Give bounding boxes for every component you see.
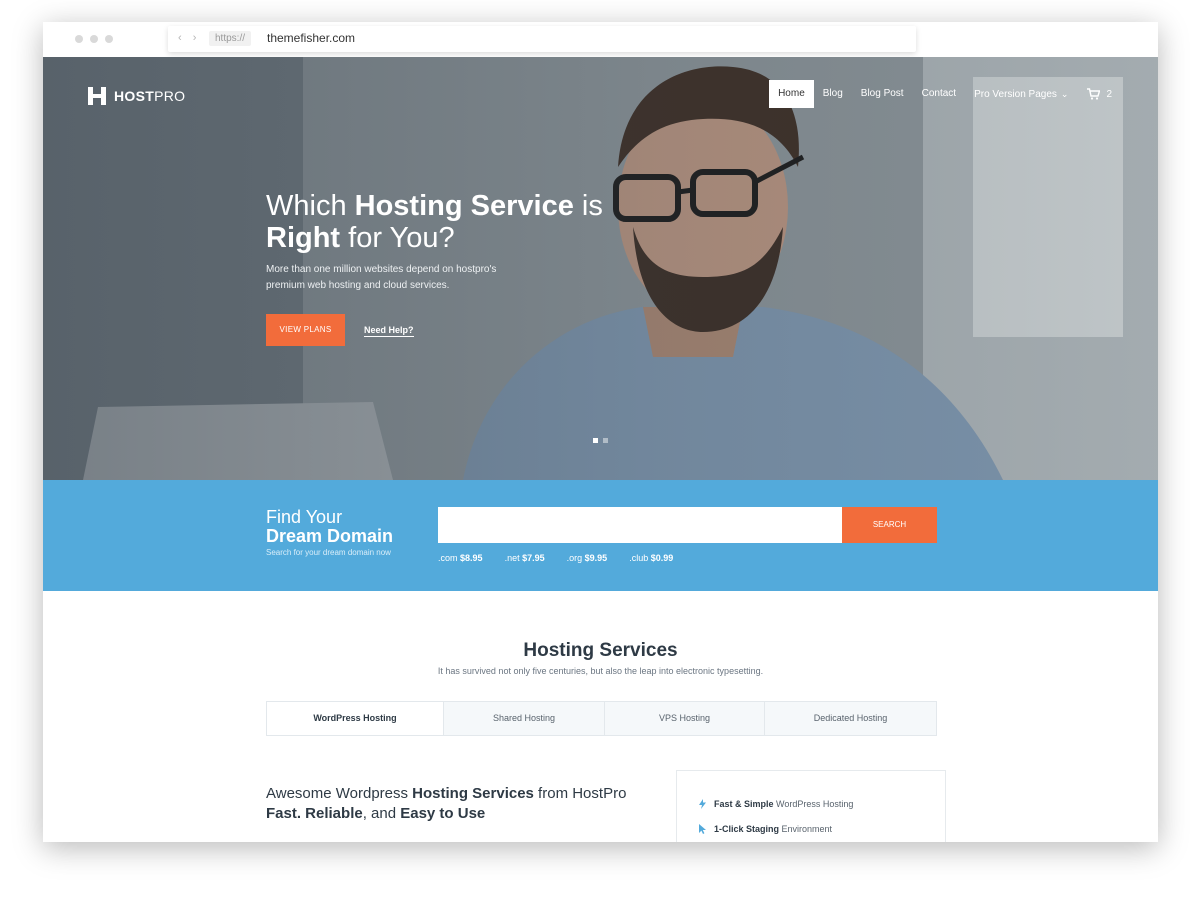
- domain-search-input[interactable]: [438, 507, 842, 543]
- brand-logo[interactable]: HOSTPRO: [88, 87, 185, 105]
- hero-subtitle: More than one million websites depend on…: [266, 264, 497, 291]
- feature-item-text: Fast & Simple WordPress Hosting: [714, 799, 853, 809]
- domain-title-light: Find Your: [266, 507, 343, 527]
- domain-search-button[interactable]: SEARCH: [842, 507, 937, 543]
- feature-heading-bold: Easy to Use: [400, 805, 486, 822]
- feature-item: 1-Click Staging Environment: [699, 824, 832, 834]
- cart-icon: [1087, 88, 1101, 100]
- feature-item-bold: 1-Click Staging: [714, 824, 780, 834]
- nav-item-home[interactable]: Home: [769, 80, 814, 108]
- tld-amount: $7.95: [522, 553, 545, 563]
- hero-overlay: [43, 57, 1158, 480]
- main-nav: Home Blog Blog Post Contact Pro Version …: [769, 80, 1112, 108]
- need-help-link[interactable]: Need Help?: [364, 325, 414, 337]
- tld-amount: $0.99: [650, 553, 674, 563]
- tld-ext: .org: [566, 553, 583, 563]
- cursor-icon: [699, 824, 706, 834]
- hero-section: HOSTPRO Home Blog Blog Post Contact Pro …: [43, 57, 1158, 480]
- domain-title-bold: Dream Domain: [266, 526, 394, 546]
- chevron-down-icon: ⌄: [1060, 89, 1069, 99]
- browser-bar: ‹ › https:// themefisher.com: [43, 22, 1158, 57]
- tld-price-list: .com $8.95 .net $7.95 .org $9.95 .club $…: [438, 553, 673, 563]
- brand-name-light: PRO: [154, 88, 186, 104]
- services-subtitle: It has survived not only five centuries,…: [437, 666, 764, 676]
- cart-button[interactable]: 2: [1087, 88, 1112, 100]
- browser-window: ‹ › https:// themefisher.com HOSTPRO Hom…: [43, 22, 1158, 842]
- tab-dedicated-hosting[interactable]: Dedicated Hosting: [764, 702, 936, 735]
- feature-item-rest: WordPress Hosting: [773, 799, 854, 809]
- nav-item-pro-version-pages[interactable]: Pro Version Pages ⌄: [965, 80, 1077, 108]
- window-controls: [75, 35, 113, 43]
- address-bar[interactable]: ‹ › https:// themefisher.com: [168, 26, 916, 52]
- feature-heading-part: from HostPro: [533, 785, 627, 802]
- tld-price: .club $0.99: [629, 553, 673, 563]
- lightning-icon: [699, 799, 706, 809]
- feature-item: Fast & Simple WordPress Hosting: [699, 799, 853, 809]
- nav-item-blog-post[interactable]: Blog Post: [852, 80, 913, 108]
- tld-ext: .net: [504, 553, 520, 563]
- feature-heading-part: , and: [362, 805, 401, 822]
- window-dot-close[interactable]: [75, 35, 83, 43]
- slider-pagination: [593, 438, 608, 443]
- tab-vps-hosting[interactable]: VPS Hosting: [604, 702, 764, 735]
- slider-dot-2[interactable]: [603, 438, 608, 443]
- services-title: Hosting Services: [523, 640, 678, 661]
- slider-dot-1[interactable]: [593, 438, 598, 443]
- feature-heading-bold: Hosting Services: [412, 785, 534, 802]
- tld-price: .com $8.95: [438, 553, 483, 563]
- feature-heading: Awesome Wordpress Hosting Services from …: [266, 784, 666, 824]
- tab-shared-hosting[interactable]: Shared Hosting: [443, 702, 604, 735]
- tld-price: .org $9.95: [567, 553, 608, 563]
- domain-subtitle: Search for your dream domain now: [266, 548, 391, 557]
- tld-amount: $9.95: [584, 553, 608, 563]
- hero-title-bold: Right: [266, 222, 341, 254]
- domain-search-section: Find Your Dream Domain Search for your d…: [43, 480, 1158, 591]
- logo-h-icon: [88, 87, 106, 105]
- back-forward-icon[interactable]: ‹ ›: [178, 32, 200, 44]
- hero-title: Which Hosting Service is Right for You?: [266, 190, 666, 254]
- tab-wordpress-hosting[interactable]: WordPress Hosting: [267, 702, 443, 735]
- hero-title-part: for You?: [340, 222, 455, 254]
- hero-title-part: Which: [266, 190, 355, 222]
- feature-heading-part: Awesome Wordpress: [266, 785, 413, 802]
- tld-ext: .com: [438, 553, 458, 563]
- feature-item-rest: Environment: [779, 824, 833, 834]
- tld-price: .net $7.95: [505, 553, 545, 563]
- brand-name-bold: HOST: [114, 88, 155, 104]
- feature-item-bold: Fast & Simple: [714, 799, 774, 809]
- brand-name: HOSTPRO: [114, 88, 185, 104]
- url-text[interactable]: themefisher.com: [267, 31, 355, 46]
- view-plans-button[interactable]: VIEW PLANS: [266, 314, 345, 346]
- hero-title-part: is: [573, 190, 603, 222]
- nav-item-blog[interactable]: Blog: [814, 80, 852, 108]
- tld-amount: $8.95: [460, 553, 483, 563]
- feature-item-text: 1-Click Staging Environment: [714, 824, 832, 834]
- window-dot-zoom[interactable]: [105, 35, 113, 43]
- hosting-tabs: WordPress Hosting Shared Hosting VPS Hos…: [266, 701, 937, 736]
- hero-title-bold: Hosting Service: [354, 190, 574, 222]
- feature-heading-bold: Fast. Reliable: [266, 805, 363, 822]
- window-dot-minimize[interactable]: [90, 35, 98, 43]
- cart-count: 2: [1106, 88, 1112, 100]
- nav-item-contact[interactable]: Contact: [913, 80, 965, 108]
- tld-ext: .club: [629, 553, 649, 563]
- nav-item-pro-label: Pro Version Pages: [974, 89, 1057, 100]
- feature-list-box: Fast & Simple WordPress Hosting 1-Click …: [676, 770, 946, 842]
- protocol-label: https://: [209, 31, 252, 46]
